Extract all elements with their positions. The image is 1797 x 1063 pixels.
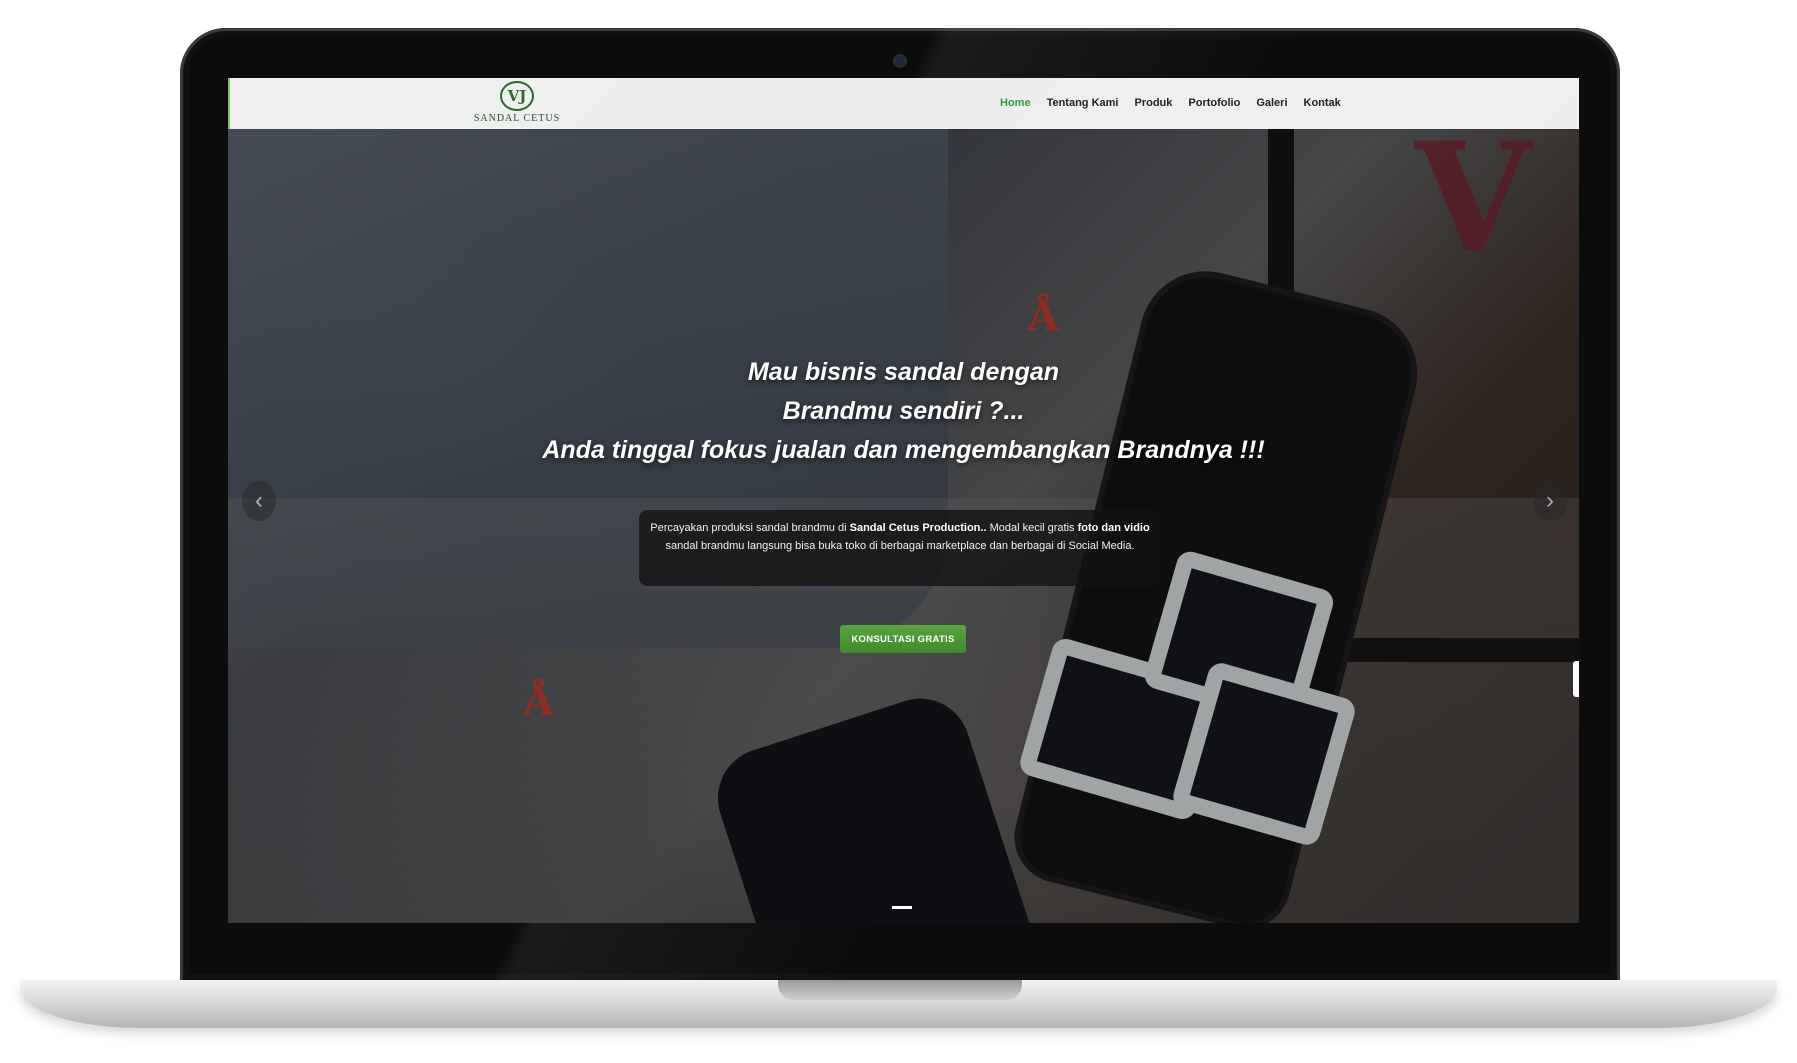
desc-bold-2: foto dan vidio <box>1077 522 1150 534</box>
hero-headline: Mau bisnis sandal dengan Brandmu sendiri… <box>228 353 1579 470</box>
side-widget-tab[interactable] <box>1573 661 1579 697</box>
camera-icon <box>895 56 905 66</box>
nav-kontak[interactable]: Kontak <box>1304 97 1341 109</box>
consultation-button[interactable]: KONSULTASI GRATIS <box>840 625 966 653</box>
desc-text-2: Modal kecil gratis <box>986 522 1078 534</box>
desc-text-1: Percayakan produksi sandal brandmu di <box>650 522 850 534</box>
hero-description-box: Percayakan produksi sandal brandmu di Sa… <box>639 510 1161 586</box>
brand-name: SANDAL CETUS <box>473 113 561 124</box>
carousel-prev-icon[interactable]: ‹ <box>242 481 276 521</box>
desc-text-3: sandal brandmu langsung bisa buka toko d… <box>665 539 1135 552</box>
nav-galeri[interactable]: Galeri <box>1256 97 1287 109</box>
headline-line-3: Anda tinggal fokus jualan dan mengembang… <box>542 436 1265 464</box>
desc-bold-1: Sandal Cetus Production.. <box>849 522 987 534</box>
navbar: VJ SANDAL CETUS Home Tentang Kami Produk… <box>228 78 1579 129</box>
laptop-notch <box>778 980 1022 1000</box>
nav-tentang-kami[interactable]: Tentang Kami <box>1047 97 1119 109</box>
browser-screen: Å Å V VJ SANDAL CETUS Home Tentang Kami … <box>228 78 1579 923</box>
logo-mark-icon: VJ <box>500 81 534 111</box>
nav-portofolio[interactable]: Portofolio <box>1188 97 1240 109</box>
headline-line-1: Mau bisnis sandal dengan <box>747 358 1060 386</box>
nav-home[interactable]: Home <box>1000 97 1031 109</box>
brand-logo[interactable]: VJ SANDAL CETUS <box>472 81 562 127</box>
main-nav: Home Tentang Kami Produk Portofolio Gale… <box>1000 97 1341 109</box>
nav-produk[interactable]: Produk <box>1134 97 1172 109</box>
hero-description: Percayakan produksi sandal brandmu di Sa… <box>649 520 1151 555</box>
hero-overlay <box>228 78 1579 923</box>
carousel-next-icon[interactable]: › <box>1533 481 1567 521</box>
carousel-indicator[interactable] <box>892 906 912 909</box>
headline-line-2: Brandmu sendiri ?... <box>782 397 1025 425</box>
